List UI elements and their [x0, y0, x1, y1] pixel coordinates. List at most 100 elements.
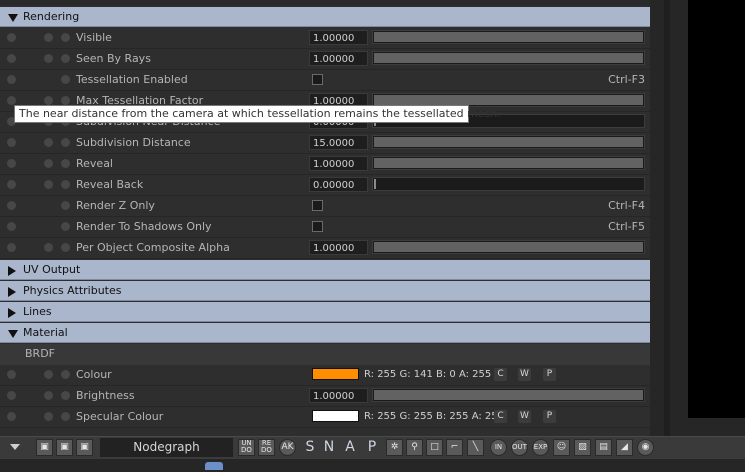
lock-dot-icon[interactable]	[44, 138, 53, 147]
snap-a-button[interactable]: A	[342, 438, 358, 456]
help-dot-icon[interactable]	[7, 75, 16, 84]
gear-icon[interactable]: ✲	[386, 439, 403, 456]
value-field[interactable]: 0.00000	[309, 177, 368, 192]
checkbox[interactable]	[312, 200, 323, 211]
lock-dot-icon[interactable]	[44, 33, 53, 42]
value-field[interactable]: 1.00000	[309, 51, 368, 66]
help-dot-icon[interactable]	[7, 54, 16, 63]
lock-dot-icon[interactable]	[44, 243, 53, 252]
help-dot-icon[interactable]	[7, 96, 16, 105]
value-slider[interactable]	[372, 240, 645, 254]
snap-p-button[interactable]: P	[364, 438, 380, 456]
collapse-triangle-icon[interactable]	[8, 266, 16, 276]
lock-dot-icon[interactable]	[44, 370, 53, 379]
lock-dot-icon[interactable]	[44, 391, 53, 400]
redo-button[interactable]: RE DO	[258, 439, 275, 456]
vertical-scrollbar[interactable]	[664, 0, 670, 436]
section-rendering[interactable]: Rendering	[0, 7, 650, 27]
section-uv-output[interactable]: UV Output	[0, 260, 650, 280]
lock-dot-icon[interactable]	[44, 54, 53, 63]
lock-dot-icon[interactable]	[44, 180, 53, 189]
help-dot-icon[interactable]	[7, 138, 16, 147]
help-dot-icon[interactable]	[7, 180, 16, 189]
colour-palette-button[interactable]: P	[543, 368, 556, 381]
value-field[interactable]: 1.00000	[309, 30, 368, 45]
nodegraph-tab[interactable]: Nodegraph	[100, 438, 233, 457]
section-material[interactable]: Material	[0, 323, 650, 343]
face-icon[interactable]: ☺	[553, 439, 570, 456]
snap-s-button[interactable]: S	[302, 438, 318, 456]
select-box-icon[interactable]: □	[426, 439, 443, 456]
animate-dot-icon[interactable]	[61, 412, 70, 421]
value-slider[interactable]	[372, 177, 645, 191]
lock-dot-icon[interactable]	[44, 96, 53, 105]
help-dot-icon[interactable]	[7, 391, 16, 400]
toolbar-menu-chevron-icon[interactable]	[10, 444, 20, 452]
value-slider[interactable]	[372, 30, 645, 44]
hatch-icon[interactable]: ▨	[574, 439, 591, 456]
value-field[interactable]: 15.0000	[309, 135, 368, 150]
animate-dot-icon[interactable]	[61, 180, 70, 189]
specular-colour-swatch[interactable]	[312, 410, 359, 422]
animate-dot-icon[interactable]	[61, 138, 70, 147]
help-dot-icon[interactable]	[7, 370, 16, 379]
colour-swatch[interactable]	[312, 368, 359, 380]
animate-dot-icon[interactable]	[61, 96, 70, 105]
value-slider[interactable]	[372, 156, 645, 170]
colour-palette-button[interactable]: P	[543, 410, 556, 423]
animate-dot-icon[interactable]	[61, 54, 70, 63]
out-button[interactable]: OUT	[511, 439, 528, 456]
animate-dot-icon[interactable]	[61, 222, 70, 231]
colour-white-button[interactable]: W	[518, 368, 531, 381]
colour-white-button[interactable]: W	[518, 410, 531, 423]
record-icon[interactable]: ◉	[637, 439, 654, 456]
animate-dot-icon[interactable]	[61, 201, 70, 210]
step-curve-icon[interactable]: ⌐	[446, 439, 463, 456]
stripes-icon[interactable]: ▤	[595, 439, 612, 456]
timeline-bar[interactable]	[0, 458, 745, 472]
checkbox[interactable]	[312, 221, 323, 232]
layout-icon[interactable]: ▣	[56, 439, 73, 456]
value-field[interactable]: 1.00000	[309, 388, 368, 403]
value-slider[interactable]	[372, 51, 645, 65]
help-dot-icon[interactable]	[7, 33, 16, 42]
ramp-icon[interactable]: ◢	[616, 439, 633, 456]
expand-triangle-icon[interactable]	[8, 14, 18, 22]
value-slider[interactable]	[372, 135, 645, 149]
value-field[interactable]: 1.00000	[309, 240, 368, 255]
layout-icon[interactable]: ▣	[76, 439, 93, 456]
colour-picker-button[interactable]: C	[494, 368, 507, 381]
checkbox[interactable]	[312, 74, 323, 85]
animate-dot-icon[interactable]	[61, 75, 70, 84]
linear-curve-icon[interactable]: ╲	[467, 439, 484, 456]
animate-dot-icon[interactable]	[61, 33, 70, 42]
exp-button[interactable]: EXP	[532, 439, 549, 456]
section-lines[interactable]: Lines	[0, 302, 650, 322]
animate-dot-icon[interactable]	[61, 391, 70, 400]
snap-n-button[interactable]: N	[321, 438, 337, 456]
animate-dot-icon[interactable]	[61, 370, 70, 379]
help-dot-icon[interactable]	[7, 222, 16, 231]
help-dot-icon[interactable]	[7, 159, 16, 168]
section-physics-attributes[interactable]: Physics Attributes	[0, 281, 650, 301]
lock-dot-icon[interactable]	[44, 159, 53, 168]
help-dot-icon[interactable]	[7, 412, 16, 421]
collapse-triangle-icon[interactable]	[8, 308, 16, 318]
help-dot-icon[interactable]	[7, 243, 16, 252]
animate-dot-icon[interactable]	[61, 243, 70, 252]
in-button[interactable]: IN	[490, 439, 507, 456]
animate-dot-icon[interactable]	[61, 159, 70, 168]
help-dot-icon[interactable]	[7, 201, 16, 210]
value-slider[interactable]	[372, 388, 645, 402]
lock-dot-icon[interactable]	[44, 412, 53, 421]
undo-button[interactable]: UN DO	[238, 439, 255, 456]
ak-button[interactable]: AK	[279, 439, 296, 456]
search-icon[interactable]: ⚲	[406, 439, 423, 456]
viewport-area[interactable]	[688, 0, 745, 418]
value-field[interactable]: 1.00000	[309, 156, 368, 171]
collapse-triangle-icon[interactable]	[8, 287, 16, 297]
colour-picker-button[interactable]: C	[494, 410, 507, 423]
layout-icon[interactable]: ▣	[36, 439, 53, 456]
expand-triangle-icon[interactable]	[8, 330, 18, 338]
playhead-icon[interactable]	[205, 462, 223, 470]
